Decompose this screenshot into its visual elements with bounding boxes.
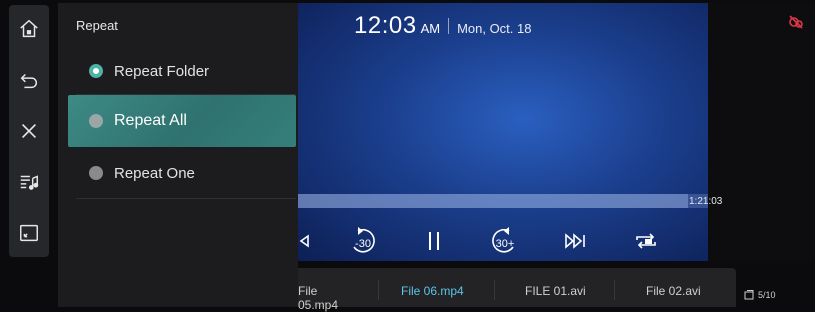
option-label: Repeat One bbox=[114, 164, 195, 182]
option-label: Repeat Folder bbox=[114, 62, 210, 80]
back-button[interactable] bbox=[9, 58, 49, 102]
page-count: 5/10 bbox=[744, 290, 776, 300]
option-repeat-all[interactable]: Repeat All bbox=[68, 95, 296, 147]
rewind-30-button[interactable]: -30 bbox=[345, 225, 381, 257]
close-button[interactable] bbox=[9, 109, 49, 153]
file-item-active[interactable]: File 06.mp4 bbox=[401, 284, 464, 298]
file-name: File 02.avi bbox=[646, 284, 701, 298]
video-area[interactable] bbox=[298, 3, 708, 261]
next-button[interactable] bbox=[563, 225, 589, 257]
previous-icon bbox=[299, 234, 309, 248]
forward-label: 30+ bbox=[496, 238, 515, 250]
home-button[interactable] bbox=[9, 7, 49, 51]
forward-30-button[interactable]: 30+ bbox=[486, 225, 522, 257]
file-item[interactable]: File 05.mp4 bbox=[298, 284, 358, 312]
elapsed-time: 1:21:03 bbox=[689, 196, 723, 207]
pause-button[interactable] bbox=[422, 225, 446, 257]
file-divider bbox=[614, 280, 615, 300]
home-icon bbox=[20, 19, 38, 38]
file-name: FILE 01.avi bbox=[525, 284, 586, 298]
clock-time: 12:03 bbox=[354, 12, 417, 39]
screen-icon bbox=[20, 224, 38, 242]
file-name: File 05.mp4 bbox=[298, 284, 339, 312]
option-repeat-one[interactable]: Repeat One bbox=[68, 147, 296, 199]
rewind-30-icon: -30 bbox=[353, 227, 375, 253]
panel-title: Repeat bbox=[76, 18, 118, 33]
status-warning-icon bbox=[789, 15, 803, 29]
divider bbox=[76, 198, 296, 199]
progress-bar[interactable] bbox=[298, 194, 708, 208]
option-label: Repeat All bbox=[114, 112, 187, 129]
file-divider bbox=[378, 280, 379, 300]
clock-divider bbox=[448, 18, 450, 34]
screen-mode-button[interactable] bbox=[9, 211, 49, 255]
previous-button[interactable] bbox=[294, 225, 312, 257]
page-count-text: 5/10 bbox=[758, 290, 776, 300]
back-icon bbox=[20, 73, 37, 89]
repeat-panel: Repeat Repeat Folder Repeat All Repeat O… bbox=[58, 3, 298, 307]
option-repeat-folder[interactable]: Repeat Folder bbox=[68, 45, 296, 97]
file-name: File 06.mp4 bbox=[401, 284, 464, 298]
forward-30-icon: 30+ bbox=[492, 227, 515, 253]
video-letterbox bbox=[708, 3, 815, 261]
clock-date: Mon, Oct. 18 bbox=[457, 21, 532, 36]
radio-unchecked-icon bbox=[89, 166, 103, 180]
radio-checked-icon bbox=[89, 64, 103, 78]
repeat-icon bbox=[636, 233, 656, 249]
rewind-label: -30 bbox=[355, 238, 371, 250]
radio-unchecked-icon bbox=[89, 114, 103, 128]
file-divider bbox=[494, 280, 495, 300]
close-icon bbox=[21, 123, 37, 139]
clock-ampm: AM bbox=[420, 21, 441, 36]
playlist-button[interactable] bbox=[9, 160, 49, 204]
pause-icon bbox=[429, 232, 439, 250]
repeat-button[interactable] bbox=[632, 225, 660, 257]
folder-count-icon bbox=[744, 290, 754, 300]
next-icon bbox=[565, 233, 585, 249]
playlist-icon bbox=[20, 175, 39, 190]
file-item[interactable]: File 02.avi bbox=[646, 284, 701, 298]
file-item[interactable]: FILE 01.avi bbox=[525, 284, 586, 298]
clock: 12:03 AM Mon, Oct. 18 bbox=[354, 12, 531, 40]
progress-fill bbox=[298, 194, 688, 208]
side-rail bbox=[9, 5, 49, 257]
